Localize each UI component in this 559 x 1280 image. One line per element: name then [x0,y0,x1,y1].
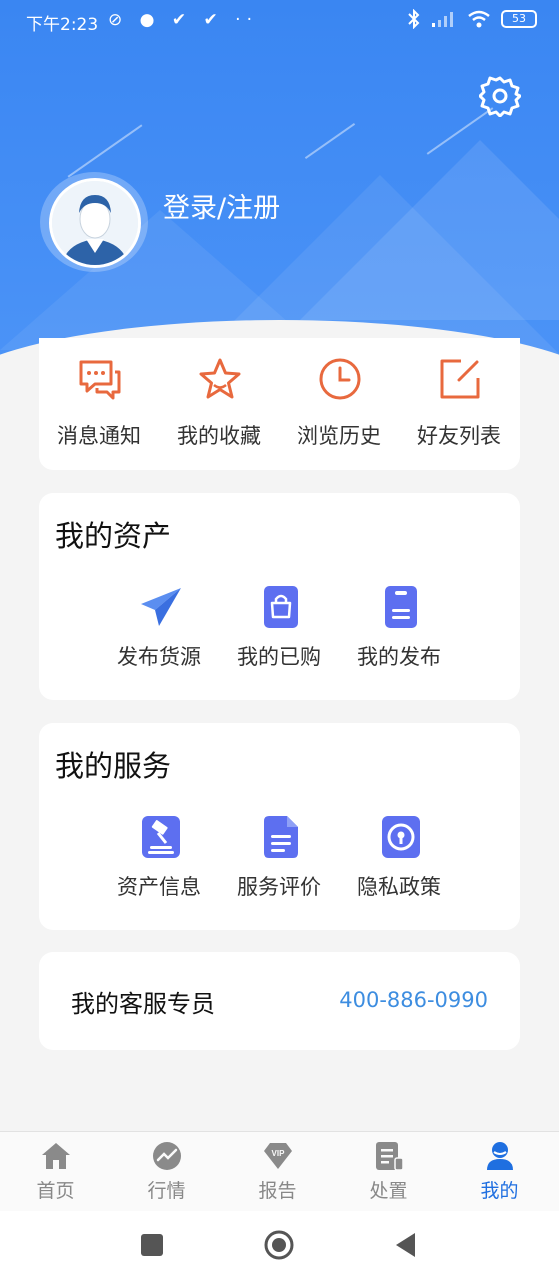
bluetooth-icon [408,9,420,29]
avatar[interactable] [49,178,141,268]
services-item-label: 隐私政策 [357,875,441,899]
assets-item-label: 发布货源 [117,645,201,669]
assets-item-label: 我的发布 [357,645,441,669]
quick-actions-card: 消息通知 我的收藏 浏览历史 好友列表 [39,338,520,470]
tab-label: 报告 [258,1180,297,1202]
services-item-privacy[interactable]: 隐私政策 [339,815,459,915]
status-bar: 下午2:23 ⊘ ● ✔ ✔ ·· 53 [0,0,559,42]
trend-icon [153,1142,181,1170]
gavel-icon [142,816,180,858]
assets-item-purchased[interactable]: 我的已购 [219,585,339,685]
system-nav-bar [0,1211,559,1280]
clock-icon [319,358,361,400]
assets-title: 我的资产 [55,519,172,553]
clipboard-icon [385,586,417,628]
bottom-tab-bar: 首页 行情 VIP 报告 处置 我的 [0,1131,559,1211]
services-item-asset-info[interactable]: 资产信息 [99,815,219,915]
quick-action-messages[interactable]: 消息通知 [39,338,159,470]
status-time: 下午2:23 [26,15,99,35]
assets-card: 我的资产 发布货源 我的已购 我的发布 [39,493,520,700]
battery-icon: 53 [501,10,537,28]
assets-item-publish-goods[interactable]: 发布货源 [99,585,219,685]
svg-text:VIP: VIP [272,1149,286,1158]
quick-action-favorites[interactable]: 我的收藏 [159,338,279,470]
gear-icon[interactable] [479,75,521,117]
customer-service-card: 我的客服专员 400-886-0990 [39,952,520,1050]
assets-item-my-publish[interactable]: 我的发布 [339,585,459,685]
services-item-label: 服务评价 [237,875,321,899]
services-item-label: 资产信息 [117,875,201,899]
customer-service-phone[interactable]: 400-886-0990 [339,988,488,1012]
signal-icon [432,12,453,27]
shopping-bag-icon [264,586,298,628]
home-button[interactable] [263,1229,295,1261]
privacy-icon [382,816,420,858]
quick-action-label: 好友列表 [417,424,501,448]
tab-label: 处置 [369,1180,408,1202]
services-card: 我的服务 资产信息 服务评价 隐私政策 [39,723,520,930]
tab-report[interactable]: VIP 报告 [222,1132,333,1212]
quick-action-label: 浏览历史 [297,424,381,448]
user-avatar-icon [52,181,138,265]
document-icon [264,816,298,858]
share-icon [440,359,480,399]
services-title: 我的服务 [55,749,172,783]
back-button[interactable] [390,1229,422,1261]
report-icon [376,1142,404,1171]
quick-action-label: 我的收藏 [177,424,261,448]
vip-diamond-icon: VIP [264,1143,292,1169]
star-icon [199,358,241,399]
tab-disposal[interactable]: 处置 [333,1132,444,1212]
tab-home[interactable]: 首页 [0,1132,111,1212]
assets-item-label: 我的已购 [237,645,321,669]
notification-icons: ⊘ ● ✔ ✔ ·· [108,10,258,30]
tab-label: 首页 [36,1180,75,1202]
services-item-review[interactable]: 服务评价 [219,815,339,915]
login-register-link[interactable]: 登录/注册 [163,186,280,225]
tab-market[interactable]: 行情 [111,1132,222,1212]
home-icon [42,1143,70,1169]
paper-plane-icon [141,588,181,626]
tab-label: 我的 [480,1180,519,1202]
wifi-icon [468,10,490,28]
user-icon [487,1142,513,1170]
tab-mine[interactable]: 我的 [444,1132,555,1212]
quick-action-label: 消息通知 [57,424,141,448]
message-icon [79,360,121,400]
recents-button[interactable] [136,1229,168,1261]
customer-service-label: 我的客服专员 [71,990,215,1018]
header-streak [67,124,143,178]
tab-label: 行情 [147,1180,186,1202]
quick-action-friends[interactable]: 好友列表 [399,338,519,470]
quick-action-history[interactable]: 浏览历史 [279,338,399,470]
